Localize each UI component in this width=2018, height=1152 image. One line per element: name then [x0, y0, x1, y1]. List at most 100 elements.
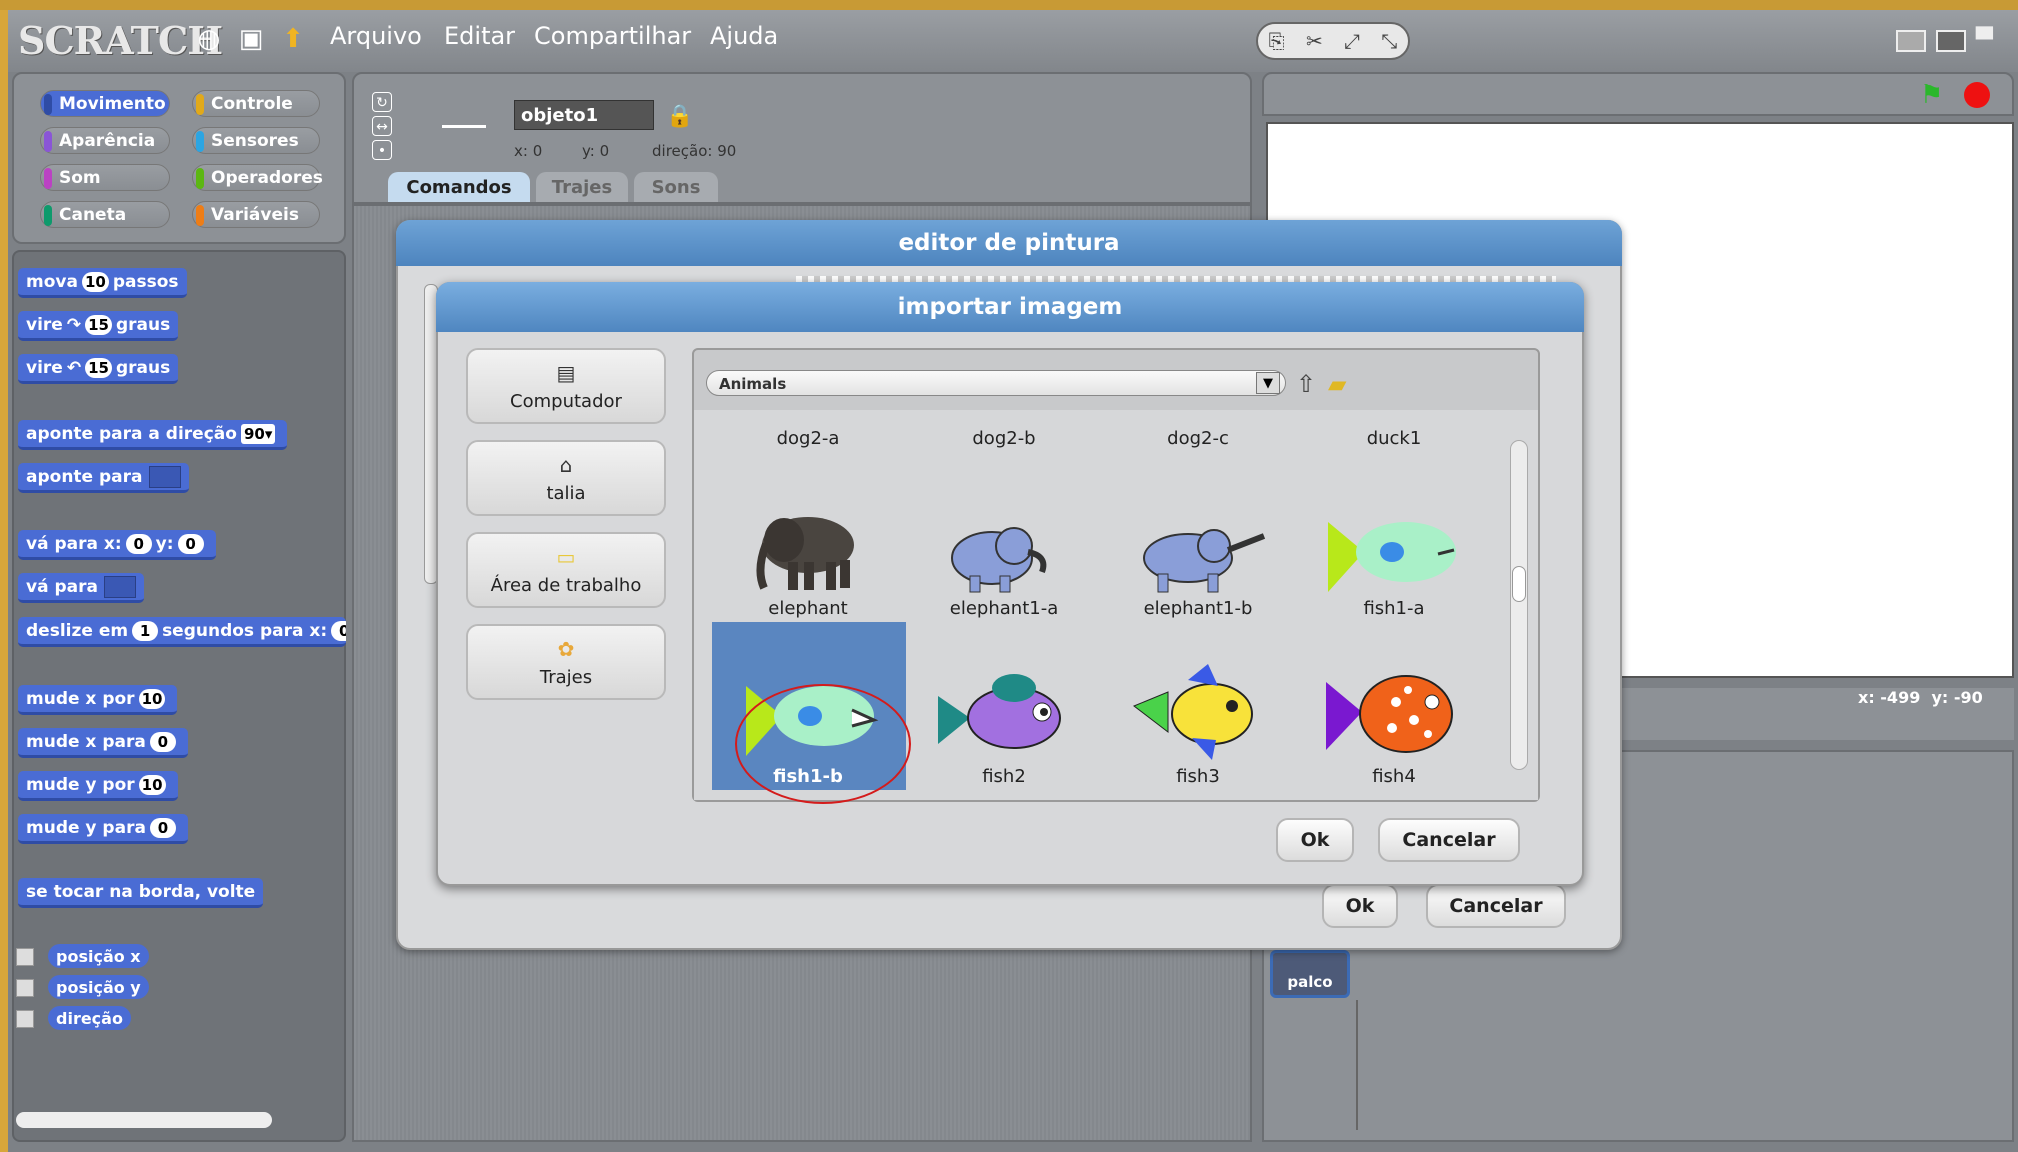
fish1-a-thumbnail[interactable]	[1322, 506, 1462, 606]
elephant1-b-thumbnail[interactable]	[1128, 506, 1268, 606]
paint-cancel-button[interactable]: Cancelar	[1426, 884, 1566, 928]
elephant-thumbnail[interactable]	[738, 500, 878, 600]
category-caneta[interactable]: Caneta	[40, 201, 170, 228]
tab-trajes[interactable]: Trajes	[536, 172, 628, 202]
fish2-thumbnail[interactable]	[934, 666, 1074, 766]
file-elephant1-b[interactable]: elephant1-b	[1108, 598, 1288, 619]
delete-icon[interactable]: ✂	[1306, 29, 1323, 53]
folder-up-icon[interactable]: ⇧	[1296, 370, 1316, 398]
block-input[interactable]: 10	[138, 688, 166, 709]
duplicate-icon[interactable]: ⎘	[1269, 29, 1285, 53]
block-input[interactable]: 10	[138, 774, 166, 795]
block-set-y[interactable]: mude y para 0	[18, 814, 188, 844]
block-go-to[interactable]: vá para	[18, 573, 144, 603]
file-duck1[interactable]: duck1	[1304, 428, 1484, 449]
sprite-name-field[interactable]: objeto1	[514, 100, 654, 130]
block-turn-left[interactable]: vire ↶ 15 graus	[18, 354, 179, 384]
category-som[interactable]: Som	[40, 164, 170, 191]
flip-icon[interactable]: ↔	[372, 116, 392, 136]
file-fish3[interactable]: fish3	[1108, 766, 1288, 787]
direction-dropdown[interactable]: 90▾	[240, 423, 276, 444]
menu-editar[interactable]: Editar	[444, 22, 515, 50]
file-dog2-c[interactable]: dog2-c	[1108, 428, 1288, 449]
fish4-thumbnail[interactable]	[1322, 662, 1462, 762]
file-dog2-a[interactable]: dog2-a	[718, 428, 898, 449]
reporter-y-position[interactable]: posição y	[48, 975, 149, 999]
block-change-y[interactable]: mude y por 10	[18, 771, 178, 801]
block-input[interactable]: 0	[149, 731, 176, 752]
menu-arquivo[interactable]: Arquivo	[330, 22, 422, 50]
fish3-thumbnail[interactable]	[1128, 662, 1268, 762]
file-grid-scrollbar[interactable]	[1510, 440, 1528, 770]
small-stage-icon[interactable]	[1896, 30, 1926, 52]
paint-ok-button[interactable]: Ok	[1322, 884, 1398, 928]
block-input[interactable]: 0	[331, 620, 346, 641]
block-bounce[interactable]: se tocar na borda, volte	[18, 878, 264, 908]
block-set-x[interactable]: mude x para 0	[18, 728, 188, 758]
stage-thumbnail[interactable]: palco	[1270, 950, 1350, 998]
import-cancel-button[interactable]: Cancelar	[1378, 818, 1520, 862]
checkbox-direction[interactable]	[16, 1010, 34, 1028]
lock-icon[interactable]: 🔒	[666, 104, 693, 129]
block-input[interactable]: 0	[149, 817, 176, 838]
folder-select[interactable]: Animals	[706, 370, 1286, 396]
globe-icon[interactable]: ◍	[194, 24, 224, 54]
menu-compartilhar[interactable]: Compartilhar	[534, 22, 691, 50]
file-elephant[interactable]: elephant	[718, 598, 898, 619]
no-rotate-icon[interactable]: •	[372, 140, 392, 160]
new-folder-icon[interactable]: ▰	[1328, 370, 1346, 398]
tab-comandos[interactable]: Comandos	[388, 172, 530, 202]
block-input[interactable]: 10	[81, 271, 109, 292]
block-point-towards[interactable]: aponte para	[18, 463, 189, 493]
file-fish1-a[interactable]: fish1-a	[1304, 598, 1484, 619]
category-aparencia[interactable]: Aparência	[40, 127, 170, 154]
source-trajes-button[interactable]: ✿ Trajes	[466, 624, 666, 700]
file-fish2[interactable]: fish2	[914, 766, 1094, 787]
block-input[interactable]: 0	[125, 533, 152, 554]
save-icon[interactable]: ▣	[236, 24, 266, 54]
source-talia-button[interactable]: ⌂ talia	[466, 440, 666, 516]
block-change-x[interactable]: mude x por 10	[18, 685, 178, 715]
block-turn-right[interactable]: vire ↷ 15 graus	[18, 311, 179, 341]
source-computador-button[interactable]: ▤ Computador	[466, 348, 666, 424]
elephant1-a-thumbnail[interactable]	[930, 506, 1070, 606]
reporter-x-position[interactable]: posição x	[48, 944, 149, 968]
checkbox-y-position[interactable]	[16, 979, 34, 997]
category-movimento[interactable]: Movimento	[40, 90, 170, 117]
tab-sons[interactable]: Sons	[634, 172, 718, 202]
import-ok-button[interactable]: Ok	[1276, 818, 1354, 862]
target-dropdown[interactable]	[148, 465, 181, 488]
palette-scrollbar[interactable]	[16, 1112, 272, 1128]
block-point-direction[interactable]: aponte para a direção 90▾	[18, 420, 288, 450]
category-sensores[interactable]: Sensores	[192, 127, 320, 154]
grow-icon[interactable]: ⤢	[1344, 29, 1360, 53]
shrink-icon[interactable]: ⤡	[1381, 29, 1397, 53]
rotate-icon[interactable]: ↻	[372, 92, 392, 112]
share-icon[interactable]: ⬆	[278, 24, 308, 54]
category-operadores[interactable]: Operadores	[192, 164, 323, 191]
block-move-steps[interactable]: mova 10 passos	[18, 268, 187, 298]
category-variaveis[interactable]: Variáveis	[192, 201, 320, 228]
chevron-down-icon[interactable]: ▼	[1256, 372, 1280, 394]
block-input[interactable]: 15	[85, 314, 112, 335]
reporter-direction[interactable]: direção	[48, 1006, 131, 1030]
category-controle[interactable]: Controle	[192, 90, 320, 117]
file-fish4[interactable]: fish4	[1304, 766, 1484, 787]
file-dog2-b[interactable]: dog2-b	[914, 428, 1094, 449]
block-glide[interactable]: deslize em1segundos para x:0y	[18, 617, 346, 647]
source-desktop-button[interactable]: ▭ Área de trabalho	[466, 532, 666, 608]
stop-icon[interactable]	[1964, 82, 1990, 108]
block-input[interactable]: 1	[132, 620, 159, 641]
checkbox-x-position[interactable]	[16, 948, 34, 966]
scrollbar-thumb[interactable]	[1512, 566, 1526, 602]
file-elephant1-a[interactable]: elephant1-a	[914, 598, 1094, 619]
block-input[interactable]: 0	[177, 533, 204, 554]
presentation-mode-icon[interactable]: ▀	[1976, 28, 1993, 53]
block-input[interactable]: 15	[85, 357, 112, 378]
sprite-x: x: 0	[514, 142, 543, 160]
green-flag-icon[interactable]: ⚑	[1920, 80, 1943, 110]
menu-ajuda[interactable]: Ajuda	[710, 22, 778, 50]
block-go-to-xy[interactable]: vá para x: 0 y: 0	[18, 530, 216, 560]
normal-stage-icon[interactable]	[1936, 30, 1966, 52]
target-dropdown[interactable]	[103, 575, 136, 598]
